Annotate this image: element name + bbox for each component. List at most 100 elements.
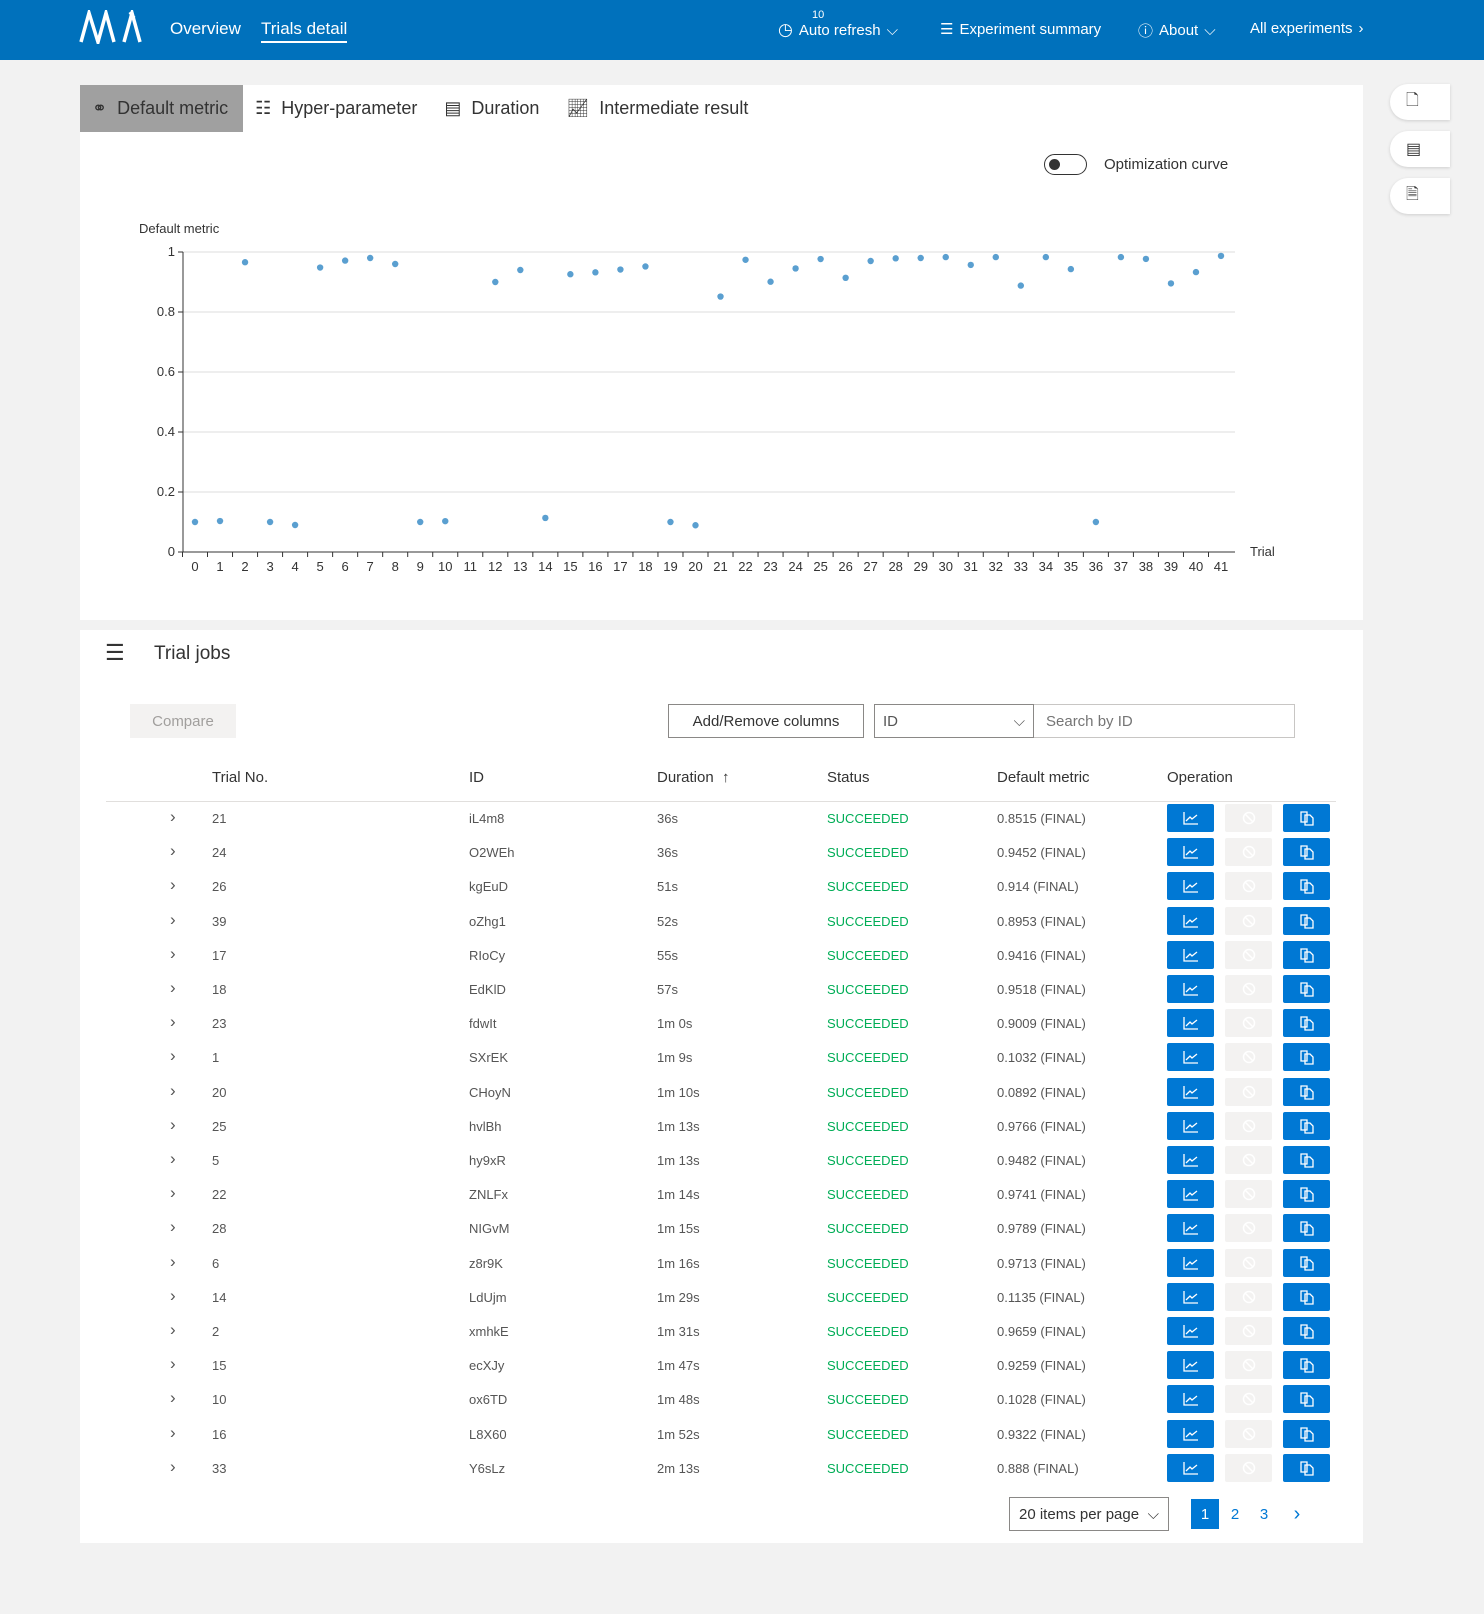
compare-button[interactable]: Compare [130, 704, 236, 738]
view-intermediate-button[interactable] [1167, 940, 1214, 969]
col-trial-no[interactable]: Trial No. [212, 769, 268, 786]
copy-trial-button[interactable] [1283, 1077, 1330, 1106]
table-row[interactable]: › 10 ox6TD 1m 48s SUCCEEDED 0.1028 (FINA… [106, 1382, 1336, 1416]
table-row[interactable]: › 23 fdwIt 1m 0s SUCCEEDED 0.9009 (FINAL… [106, 1006, 1336, 1040]
table-row[interactable]: › 2 xmhkE 1m 31s SUCCEEDED 0.9659 (FINAL… [106, 1314, 1336, 1348]
view-intermediate-button[interactable] [1167, 1214, 1214, 1243]
data-point[interactable] [391, 260, 399, 268]
copy-trial-button[interactable] [1283, 1180, 1330, 1209]
table-row[interactable]: › 33 Y6sLz 2m 13s SUCCEEDED 0.888 (FINAL… [106, 1451, 1336, 1485]
data-point[interactable] [567, 271, 574, 278]
expand-chevron-icon[interactable]: › [170, 1081, 176, 1101]
copy-trial-button[interactable] [1283, 1214, 1330, 1243]
view-intermediate-button[interactable] [1167, 1248, 1214, 1277]
view-intermediate-button[interactable] [1167, 1419, 1214, 1448]
data-point[interactable] [1142, 255, 1150, 263]
col-default-metric[interactable]: Default metric [997, 769, 1090, 786]
expand-chevron-icon[interactable]: › [170, 807, 176, 827]
view-intermediate-button[interactable] [1167, 1453, 1214, 1482]
view-intermediate-button[interactable] [1167, 975, 1214, 1003]
expand-chevron-icon[interactable]: › [170, 1149, 176, 1169]
data-point[interactable] [817, 255, 824, 263]
data-point[interactable] [316, 264, 324, 271]
data-point[interactable] [867, 257, 874, 265]
data-point[interactable] [1092, 518, 1100, 526]
data-point[interactable] [942, 253, 949, 261]
view-intermediate-button[interactable] [1167, 1077, 1214, 1106]
items-per-page-select[interactable]: 20 items per page ⌵ [1009, 1497, 1169, 1531]
page-1-button[interactable]: 1 [1191, 1499, 1219, 1529]
table-row[interactable]: › 17 RIoCy 55s SUCCEEDED 0.9416 (FINAL) [106, 938, 1336, 972]
next-page-icon[interactable]: › [1283, 1499, 1311, 1529]
copy-trial-button[interactable] [1283, 906, 1330, 935]
view-intermediate-button[interactable] [1167, 838, 1214, 867]
view-intermediate-button[interactable] [1167, 1180, 1214, 1209]
table-row[interactable]: › 14 LdUjm 1m 29s SUCCEEDED 0.1135 (FINA… [106, 1280, 1336, 1314]
copy-trial-button[interactable] [1283, 1043, 1330, 1072]
data-point[interactable] [842, 274, 849, 281]
nni-logo[interactable] [78, 10, 144, 44]
side-doc-status-button[interactable]: 🗎 [1390, 178, 1450, 214]
table-row[interactable]: › 1 SXrEK 1m 9s SUCCEEDED 0.1032 (FINAL) [106, 1040, 1336, 1074]
view-intermediate-button[interactable] [1167, 1043, 1214, 1072]
data-point[interactable] [1117, 253, 1125, 261]
view-intermediate-button[interactable] [1167, 1351, 1214, 1380]
data-point[interactable] [1042, 253, 1050, 261]
col-id[interactable]: ID [469, 769, 484, 786]
table-row[interactable]: › 20 CHoyN 1m 10s SUCCEEDED 0.0892 (FINA… [106, 1075, 1336, 1109]
expand-chevron-icon[interactable]: › [170, 1183, 176, 1203]
view-intermediate-button[interactable] [1167, 1009, 1214, 1038]
search-input[interactable] [1034, 704, 1295, 738]
copy-trial-button[interactable] [1283, 1351, 1330, 1380]
data-point[interactable] [417, 518, 424, 526]
side-archive-button[interactable]: ▤ [1390, 131, 1450, 167]
table-row[interactable]: › 39 oZhg1 52s SUCCEEDED 0.8953 (FINAL) [106, 904, 1336, 938]
copy-trial-button[interactable] [1283, 940, 1330, 969]
data-point[interactable] [1192, 268, 1200, 276]
expand-chevron-icon[interactable]: › [170, 1046, 176, 1066]
about-menu[interactable]: ⓘ About ⌵ [1138, 20, 1216, 41]
data-point[interactable] [617, 266, 624, 273]
side-doc-search-button[interactable]: 🗋 [1390, 84, 1450, 120]
table-row[interactable]: › 6 z8r9K 1m 16s SUCCEEDED 0.9713 (FINAL… [106, 1246, 1336, 1280]
expand-chevron-icon[interactable]: › [170, 841, 176, 861]
table-row[interactable]: › 28 NIGvM 1m 15s SUCCEEDED 0.9789 (FINA… [106, 1211, 1336, 1245]
expand-chevron-icon[interactable]: › [170, 1217, 176, 1237]
data-point[interactable] [1017, 282, 1025, 289]
col-status[interactable]: Status [827, 769, 870, 786]
copy-trial-button[interactable] [1283, 1453, 1330, 1482]
expand-chevron-icon[interactable]: › [170, 1423, 176, 1443]
experiment-summary-button[interactable]: ☰ Experiment summary [940, 20, 1101, 39]
data-point[interactable] [1067, 265, 1075, 273]
expand-chevron-icon[interactable]: › [170, 1320, 176, 1340]
view-intermediate-button[interactable] [1167, 1282, 1214, 1311]
expand-chevron-icon[interactable]: › [170, 1388, 176, 1408]
expand-chevron-icon[interactable]: › [170, 978, 176, 998]
data-point[interactable] [967, 261, 974, 269]
data-point[interactable] [492, 278, 499, 286]
data-point[interactable] [992, 253, 999, 261]
nav-trials-detail[interactable]: Trials detail [261, 19, 348, 43]
copy-trial-button[interactable] [1283, 1248, 1330, 1277]
table-row[interactable]: › 22 ZNLFx 1m 14s SUCCEEDED 0.9741 (FINA… [106, 1177, 1336, 1211]
view-intermediate-button[interactable] [1167, 1146, 1214, 1174]
data-point[interactable] [191, 518, 199, 526]
data-point[interactable] [1217, 252, 1225, 260]
copy-trial-button[interactable] [1283, 1385, 1330, 1414]
view-intermediate-button[interactable] [1167, 804, 1214, 832]
copy-trial-button[interactable] [1283, 975, 1330, 1003]
expand-chevron-icon[interactable]: › [170, 910, 176, 930]
data-point[interactable] [667, 518, 674, 526]
expand-chevron-icon[interactable]: › [170, 875, 176, 895]
data-point[interactable] [341, 257, 349, 264]
view-intermediate-button[interactable] [1167, 1385, 1214, 1414]
search-field-select[interactable]: ID ⌵ [874, 704, 1034, 738]
table-row[interactable]: › 5 hy9xR 1m 13s SUCCEEDED 0.9482 (FINAL… [106, 1143, 1336, 1177]
data-point[interactable] [892, 255, 899, 262]
view-intermediate-button[interactable] [1167, 1317, 1214, 1345]
optimization-curve-toggle[interactable] [1044, 154, 1087, 175]
data-point[interactable] [542, 514, 549, 522]
copy-trial-button[interactable] [1283, 1009, 1330, 1038]
copy-trial-button[interactable] [1283, 1111, 1330, 1140]
table-row[interactable]: › 21 iL4m8 36s SUCCEEDED 0.8515 (FINAL) [106, 801, 1336, 835]
